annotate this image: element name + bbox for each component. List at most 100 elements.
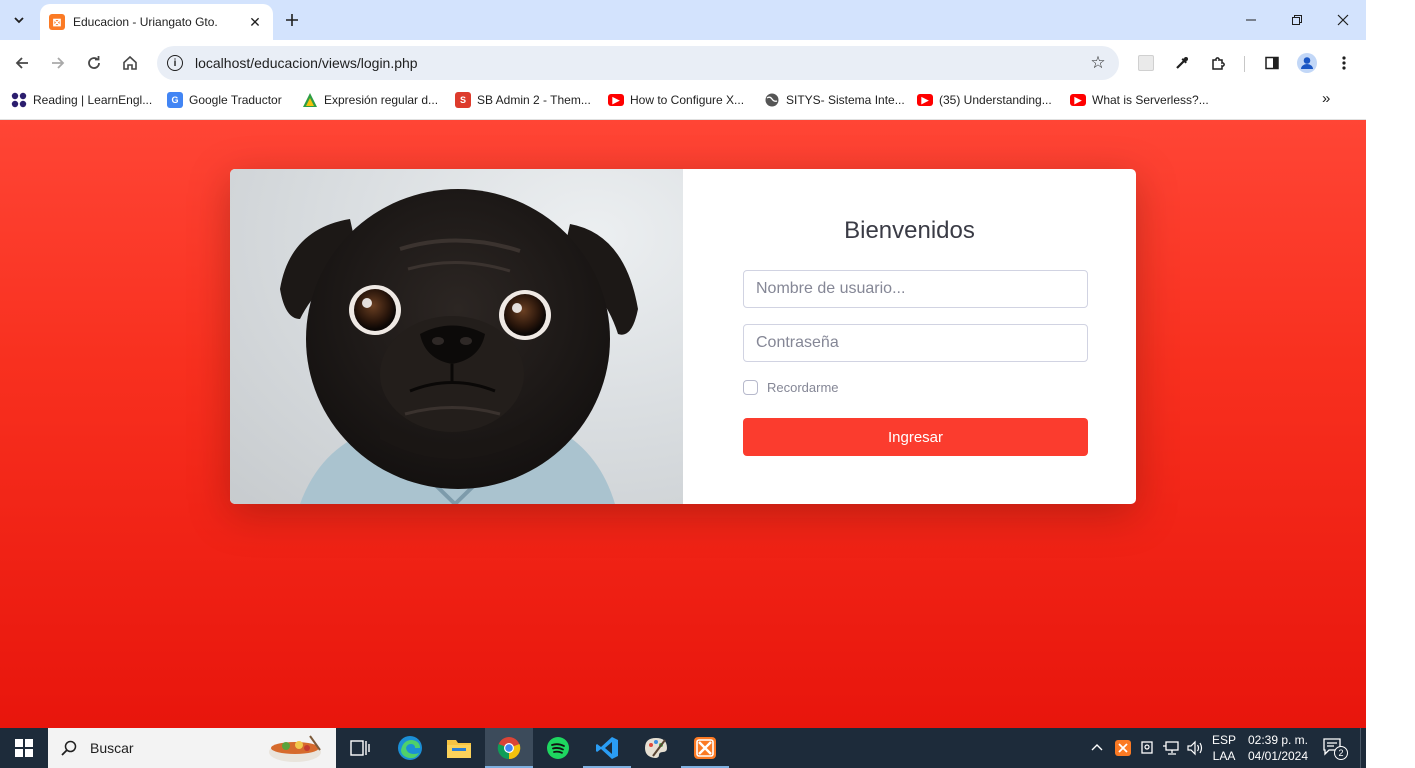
clock-time: 02:39 p. m. [1247, 733, 1309, 747]
xampp-icon [694, 737, 716, 759]
language-indicator[interactable]: ESP LAA [1212, 732, 1236, 764]
home-icon [123, 55, 137, 70]
start-button[interactable] [0, 728, 48, 768]
new-tab-button[interactable] [280, 8, 304, 32]
edge-icon [398, 736, 422, 760]
bookmark-item[interactable]: Reading | LearnEngl... [11, 91, 152, 109]
url-text[interactable]: localhost/educacion/views/login.php [195, 55, 1085, 71]
minimize-icon [1246, 19, 1256, 21]
site-info-icon[interactable]: i [167, 55, 183, 71]
bookmark-item[interactable]: ▶ How to Configure X... [608, 91, 744, 109]
edge-button[interactable] [386, 728, 434, 768]
bookmark-item[interactable]: ▶ What is Serverless?... [1070, 91, 1209, 109]
clock-date: 04/01/2024 [1247, 749, 1309, 763]
login-card: Bienvenidos Recordarme Ingresar [230, 169, 1136, 504]
side-panel-button[interactable] [1258, 49, 1286, 77]
screen: ⊠ Educacion - Uriangato Gto. ✕ i localho… [0, 0, 1366, 768]
password-input[interactable] [743, 324, 1088, 362]
tray-overflow-button[interactable] [1090, 728, 1104, 768]
notification-center-button[interactable]: 2 [1322, 736, 1348, 760]
toolbar-separator [1244, 56, 1245, 72]
puzzle-icon [1212, 57, 1225, 70]
task-view-button[interactable] [336, 728, 384, 768]
avatar-icon [1297, 53, 1317, 73]
minimize-button[interactable] [1228, 0, 1274, 40]
tray-xampp[interactable] [1115, 728, 1131, 768]
extension-grid-icon [1138, 55, 1154, 71]
bookmark-item[interactable]: Expresión regular d... [302, 91, 438, 109]
paint-button[interactable] [632, 728, 680, 768]
bookmarks-bar: Reading | LearnEngl... G Google Traducto… [0, 86, 1366, 114]
back-button[interactable] [8, 49, 36, 77]
arrow-right-icon [52, 57, 65, 69]
google-translate-icon: G [167, 92, 183, 108]
taskbar: Buscar ESP LAA 02:39 p. m. 04/01/2024 2 [0, 728, 1366, 768]
youtube-icon: ▶ [917, 94, 933, 106]
bookmark-item[interactable]: SITYS- Sistema Inte... [764, 91, 905, 109]
volume-icon [1187, 740, 1203, 756]
bookmark-label: Expresión regular d... [324, 93, 439, 107]
welcome-title: Bienvenidos [844, 217, 975, 244]
browser-toolbar: i localhost/educacion/views/login.php ☆ [0, 40, 1366, 86]
system-clock[interactable]: 02:39 p. m. 04/01/2024 [1240, 732, 1316, 764]
tab-search-button[interactable] [6, 7, 32, 33]
menu-button[interactable] [1330, 49, 1358, 77]
notification-count: 2 [1334, 746, 1348, 760]
vscode-icon [596, 737, 618, 759]
youtube-icon: ▶ [1070, 94, 1086, 106]
file-explorer-icon [447, 740, 471, 758]
spotify-button[interactable] [534, 728, 582, 768]
bookmark-label: Google Traductor [189, 93, 282, 107]
bookmark-item[interactable]: G Google Traductor [167, 91, 282, 109]
taskbar-search[interactable]: Buscar [48, 728, 336, 768]
xampp-tray-icon [1115, 740, 1131, 756]
bookmark-label: (35) Understanding... [939, 93, 1052, 107]
close-tab-icon[interactable]: ✕ [247, 14, 263, 31]
pug-dog-photo [230, 169, 683, 504]
login-button[interactable]: Ingresar [743, 418, 1088, 456]
more-vertical-icon [1342, 56, 1346, 70]
remember-checkbox[interactable] [743, 380, 758, 395]
chrome-button[interactable] [485, 728, 533, 768]
extensions-button[interactable] [1204, 49, 1232, 77]
reload-button[interactable] [80, 49, 108, 77]
bookmark-label: SB Admin 2 - Them... [477, 93, 591, 107]
expression-icon [302, 92, 318, 108]
search-icon [61, 740, 77, 756]
bookmark-item[interactable]: S SB Admin 2 - Them... [455, 91, 591, 109]
address-bar[interactable]: i localhost/educacion/views/login.php ☆ [157, 46, 1119, 80]
username-input[interactable] [743, 270, 1088, 308]
remember-label[interactable]: Recordarme [767, 380, 839, 395]
globe-icon [764, 92, 780, 108]
close-window-button[interactable] [1320, 0, 1366, 40]
offscreen-area [1366, 0, 1415, 768]
tab-title: Educacion - Uriangato Gto. [73, 15, 218, 29]
network-icon [1163, 741, 1179, 755]
bookmark-star-icon[interactable]: ☆ [1085, 53, 1111, 73]
tray-meet-now[interactable] [1139, 728, 1155, 768]
profile-button[interactable] [1293, 49, 1321, 77]
browser-tab[interactable]: ⊠ Educacion - Uriangato Gto. ✕ [40, 4, 273, 40]
xampp-button[interactable] [681, 728, 729, 768]
bookmark-label: What is Serverless?... [1092, 93, 1209, 107]
vscode-button[interactable] [583, 728, 631, 768]
language-code: ESP [1212, 733, 1237, 747]
more-bookmarks-chevron-icon[interactable]: » [1322, 90, 1330, 107]
home-button[interactable] [116, 49, 144, 77]
bookmark-item[interactable]: ▶ (35) Understanding... [917, 91, 1052, 109]
forward-button[interactable] [44, 49, 72, 77]
login-page: Bienvenidos Recordarme Ingresar [0, 120, 1366, 728]
arrow-left-icon [15, 57, 28, 69]
tray-network[interactable] [1162, 728, 1180, 768]
file-explorer-button[interactable] [435, 728, 483, 768]
tray-volume[interactable] [1186, 728, 1204, 768]
startbootstrap-icon: S [455, 92, 471, 108]
youtube-icon: ▶ [608, 94, 624, 106]
meet-now-icon [1141, 741, 1153, 754]
restore-button[interactable] [1274, 0, 1320, 40]
tab-strip: ⊠ Educacion - Uriangato Gto. ✕ [0, 0, 1366, 40]
eyedropper-button[interactable] [1168, 49, 1196, 77]
extension-button[interactable] [1132, 49, 1160, 77]
windows-logo-icon [15, 739, 33, 757]
bookmark-label: SITYS- Sistema Inte... [786, 93, 905, 107]
